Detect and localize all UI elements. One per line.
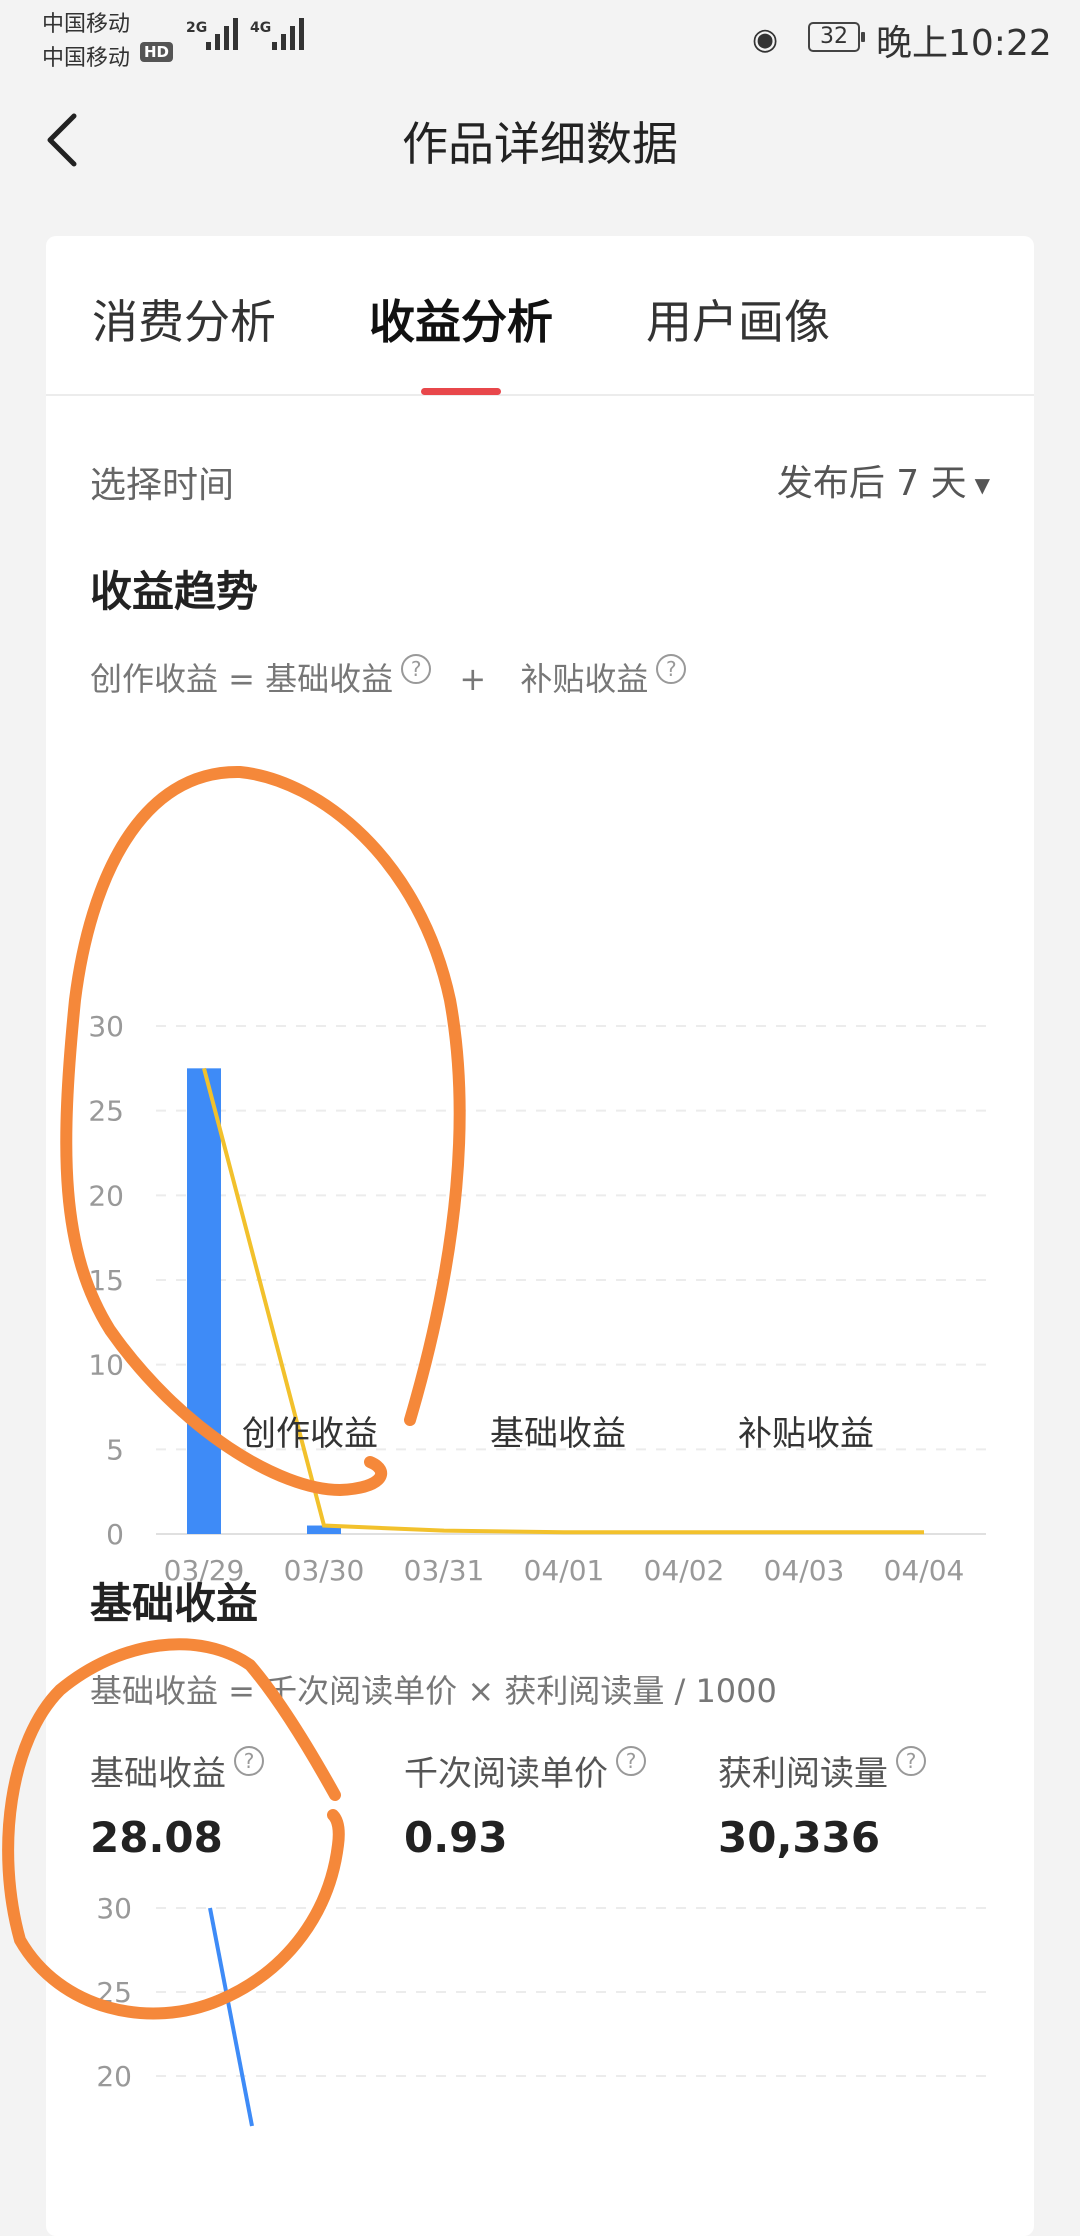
formula-text: 创作收益 = 基础收益 bbox=[90, 660, 394, 698]
x-tick-label: 03/31 bbox=[404, 1554, 485, 1587]
help-icon[interactable]: ? bbox=[616, 1746, 646, 1776]
help-icon[interactable]: ? bbox=[234, 1746, 264, 1776]
bar bbox=[187, 1068, 221, 1534]
clock: 晚上10:22 bbox=[876, 23, 1052, 64]
y-tick-label: 20 bbox=[88, 1179, 124, 1212]
series-line bbox=[202, 1067, 924, 1535]
stat-cpm: 千次阅读单价? 0.93 bbox=[404, 1746, 646, 1862]
time-filter-value: 发布后 7 天 bbox=[776, 463, 967, 504]
content-card: 消费分析 收益分析 用户画像 选择时间 发布后 7 天 ▼ 收益趋势 创作收益 =… bbox=[46, 236, 1034, 2236]
y-tick-label: 20 bbox=[96, 2060, 132, 2093]
y-tick-label: 30 bbox=[96, 1892, 132, 1925]
trend-title: 收益趋势 bbox=[90, 567, 259, 616]
help-icon[interactable]: ? bbox=[401, 654, 432, 684]
stat-value: 30,336 bbox=[718, 1813, 881, 1862]
legend-item-subsidy[interactable]: 补贴收益 bbox=[738, 1406, 874, 1455]
stat-label: 基础收益 bbox=[90, 1754, 226, 1794]
carrier-label: 中国移动 bbox=[42, 12, 131, 37]
stat-base-revenue: 基础收益? 28.08 bbox=[90, 1746, 264, 1862]
y-tick-label: 5 bbox=[106, 1433, 124, 1466]
x-tick-label: 04/01 bbox=[524, 1554, 605, 1587]
time-filter-row: 选择时间 发布后 7 天 ▼ bbox=[90, 448, 990, 508]
nav-bar: 作品详细数据 bbox=[0, 80, 1080, 200]
help-icon[interactable]: ? bbox=[656, 654, 687, 684]
formula-text: 补贴收益 bbox=[520, 660, 649, 698]
y-tick-label: 10 bbox=[88, 1349, 124, 1382]
active-tab-indicator bbox=[421, 388, 501, 395]
legend-label: 基础收益 bbox=[490, 1414, 626, 1454]
tab-bar: 消费分析 收益分析 用户画像 bbox=[46, 236, 1034, 396]
caret-down-icon: ▼ bbox=[974, 473, 990, 497]
y-tick-label: 25 bbox=[96, 1976, 132, 2009]
revenue-trend-chart: 05101520253003/29 03/30 03/31 04/01 04/02 04/… bbox=[88, 1010, 986, 1587]
status-bar: 中国移动 中国移动 HD 2G 4G ◉ 32 晚上10:22 bbox=[0, 0, 1080, 80]
formula-plus: + bbox=[459, 660, 487, 698]
y-tick-label: 15 bbox=[88, 1264, 124, 1297]
x-tick-label: 04/04 bbox=[884, 1554, 965, 1587]
stat-value: 0.93 bbox=[404, 1813, 508, 1862]
base-revenue-chart: 20 25 30 bbox=[96, 1892, 986, 2127]
series-line bbox=[208, 1907, 254, 2127]
help-icon[interactable]: ? bbox=[896, 1746, 926, 1776]
network-type: 2G bbox=[186, 20, 208, 36]
x-tick-label: 04/03 bbox=[764, 1554, 845, 1587]
trend-formula: 创作收益 = 基础收益? + 补贴收益? bbox=[90, 654, 687, 700]
network-type: 4G bbox=[250, 20, 272, 36]
battery-icon: 32 bbox=[808, 22, 865, 52]
y-tick-label: 0 bbox=[106, 1518, 124, 1551]
stat-label: 获利阅读量 bbox=[718, 1754, 888, 1794]
carrier-label: 中国移动 bbox=[42, 46, 131, 71]
legend-label: 创作收益 bbox=[242, 1414, 378, 1454]
x-tick-label: 03/30 bbox=[284, 1554, 365, 1587]
y-tick-label: 25 bbox=[88, 1095, 124, 1128]
stat-profit-reads: 获利阅读量? 30,336 bbox=[718, 1746, 926, 1862]
tab-consumption[interactable]: 消费分析 bbox=[92, 286, 276, 352]
base-revenue-title: 基础收益 bbox=[90, 1579, 259, 1628]
legend-item-base[interactable]: 基础收益 bbox=[490, 1406, 626, 1455]
base-revenue-formula: 基础收益 = 千次阅读单价 × 获利阅读量 / 1000 bbox=[90, 1672, 777, 1710]
signal-icon bbox=[206, 16, 238, 50]
legend-label: 补贴收益 bbox=[738, 1414, 874, 1454]
page-title: 作品详细数据 bbox=[402, 117, 678, 171]
time-filter-label: 选择时间 bbox=[90, 465, 235, 506]
legend-item-creation[interactable]: 创作收益 bbox=[242, 1406, 378, 1455]
x-tick-label: 04/02 bbox=[644, 1554, 725, 1587]
stat-label: 千次阅读单价 bbox=[404, 1754, 608, 1794]
tab-revenue[interactable]: 收益分析 bbox=[369, 286, 553, 352]
signal-icon bbox=[272, 16, 304, 50]
time-filter-dropdown[interactable]: 发布后 7 天 ▼ bbox=[777, 454, 990, 506]
hd-badge: HD bbox=[140, 42, 174, 62]
y-tick-label: 30 bbox=[88, 1010, 124, 1043]
eye-comfort-icon: ◉ bbox=[752, 22, 779, 57]
tab-user-profile[interactable]: 用户画像 bbox=[646, 286, 830, 352]
stat-value: 28.08 bbox=[90, 1813, 223, 1862]
